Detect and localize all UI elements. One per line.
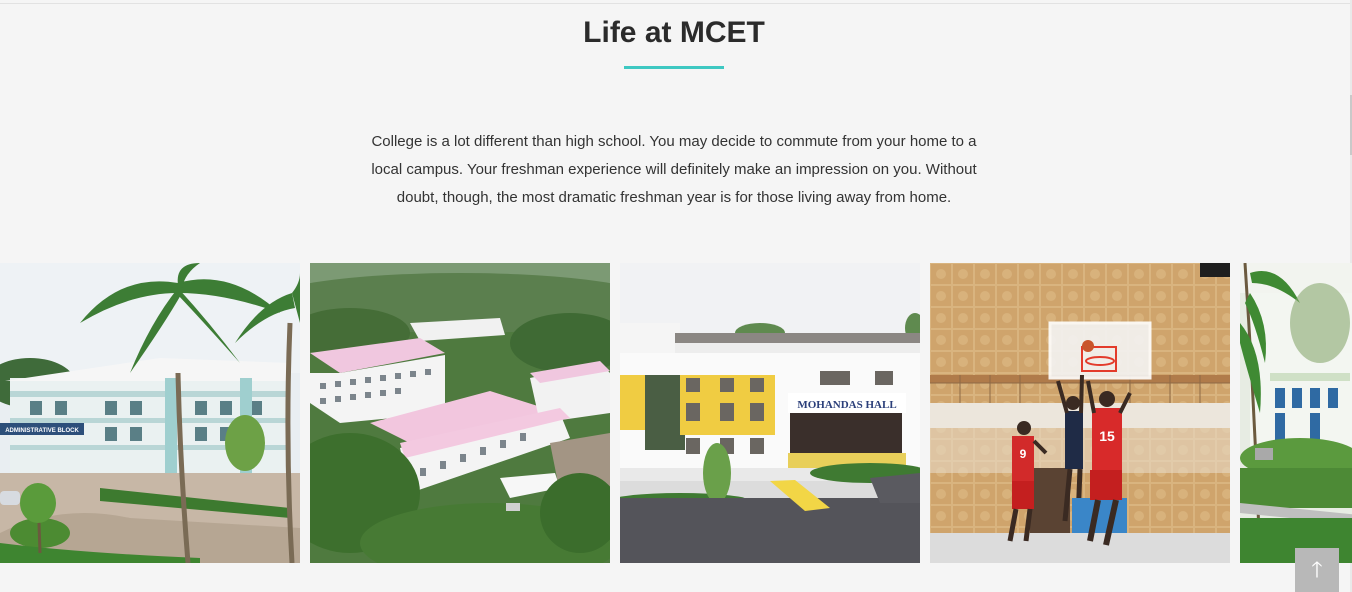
jersey-number-9: 9: [1020, 447, 1027, 461]
gallery-photo-aerial-campus[interactable]: [310, 263, 610, 563]
gallery-photo-campus-garden[interactable]: [1240, 263, 1352, 563]
arrow-up-icon: 🡑: [1311, 557, 1323, 582]
title-underline: [624, 66, 724, 69]
section-title: Life at MCET: [583, 16, 765, 49]
section-intro: College is a lot different than high sch…: [371, 133, 977, 206]
mohandas-hall-sign: MOHANDAS HALL: [797, 399, 896, 411]
gallery-photo-mohandas-hall[interactable]: MOHANDAS HALL: [620, 263, 920, 563]
gallery-photo-admin-block[interactable]: ADMINISTRATIVE BLOCK: [0, 263, 300, 563]
scroll-to-top-button[interactable]: 🡑: [1295, 548, 1339, 592]
admin-block-sign: ADMINISTRATIVE BLOCK: [5, 428, 79, 434]
jersey-number-15: 15: [1099, 428, 1115, 444]
top-divider: [0, 3, 1352, 4]
gallery-photo-basketball[interactable]: 9 15: [930, 263, 1230, 563]
photo-gallery: ADMINISTRATIVE BLOCK MOHANDAS HALL 9 15: [0, 263, 1352, 563]
